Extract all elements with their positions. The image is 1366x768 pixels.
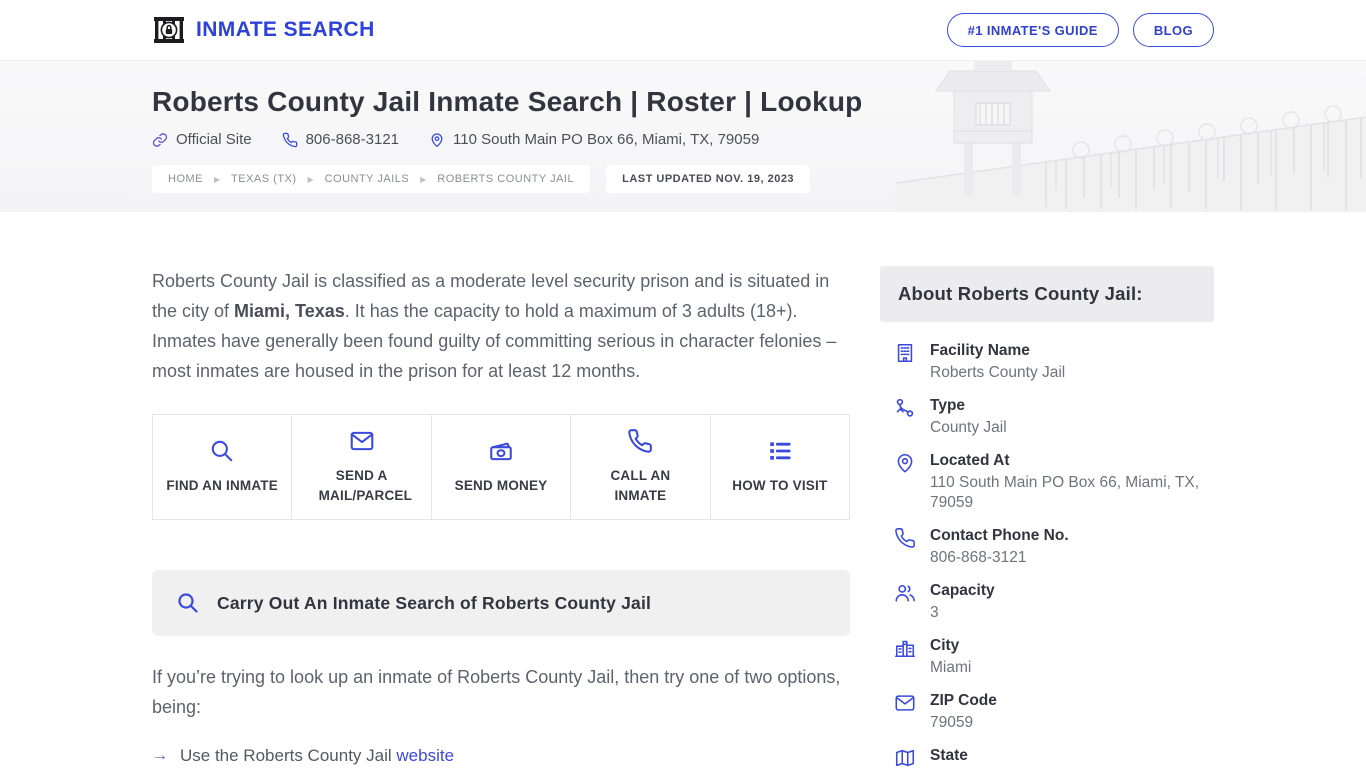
- breadcrumb-row: HOME ▸ TEXAS (TX) ▸ COUNTY JAILS ▸ ROBER…: [152, 165, 1214, 193]
- facility-name-item: Facility Name Roberts County Jail: [894, 341, 1210, 383]
- official-site-label: Official Site: [176, 131, 252, 148]
- capacity-item: Capacity 3: [894, 581, 1210, 623]
- located-at-item: Located At 110 South Main PO Box 66, Mia…: [894, 451, 1210, 513]
- inmate-search-heading[interactable]: Carry Out An Inmate Search of Roberts Co…: [152, 570, 850, 636]
- content-area: Roberts County Jail is classified as a m…: [152, 212, 1214, 768]
- chevron-right-icon: ▸: [420, 172, 427, 186]
- map-icon: [894, 746, 916, 768]
- last-updated-badge: LAST UPDATED NOV. 19, 2023: [606, 165, 811, 193]
- phone-icon: [894, 526, 916, 568]
- find-an-inmate-button[interactable]: FIND AN INMATE: [152, 414, 293, 520]
- money-icon: [490, 442, 512, 461]
- link-icon: [152, 132, 168, 147]
- type-item: Type County Jail: [894, 396, 1210, 438]
- brand-name: INMATE SEARCH: [196, 18, 375, 41]
- options-intro: If you’re trying to look up an inmate of…: [152, 667, 841, 717]
- blog-button[interactable]: BLOG: [1132, 13, 1214, 47]
- breadcrumb-state[interactable]: TEXAS (TX): [231, 173, 297, 185]
- top-nav: #1 INMATE'S GUIDE BLOG: [946, 13, 1214, 47]
- jail-bars-lock-icon: [152, 15, 186, 45]
- zip-code-item: ZIP Code 79059: [894, 691, 1210, 733]
- breadcrumb-home[interactable]: HOME: [168, 173, 203, 185]
- official-site-link[interactable]: Official Site: [152, 131, 252, 148]
- map-pin-icon: [431, 132, 443, 147]
- breadcrumb-county-jails[interactable]: COUNTY JAILS: [325, 173, 410, 185]
- jail-website-link[interactable]: website: [396, 746, 454, 765]
- breadcrumb-current: ROBERTS COUNTY JAIL: [437, 173, 575, 185]
- branch-icon: [894, 396, 916, 438]
- options-list: → Use the Roberts County Jail website → …: [152, 746, 850, 768]
- chevron-right-icon: ▸: [214, 172, 221, 186]
- city-icon: [894, 636, 916, 678]
- call-an-inmate-button[interactable]: CALL AN INMATE: [570, 414, 711, 520]
- chevron-right-icon: ▸: [307, 172, 314, 186]
- about-sidebar: About Roberts County Jail: Facility Name…: [880, 266, 1214, 768]
- phone-contact[interactable]: 806-868-3121: [282, 131, 399, 148]
- address-contact: 110 South Main PO Box 66, Miami, TX, 790…: [429, 131, 759, 148]
- how-to-visit-button[interactable]: HOW TO VISIT: [709, 414, 851, 520]
- inmates-guide-button[interactable]: #1 INMATE'S GUIDE: [946, 13, 1119, 47]
- phone-icon: [628, 429, 653, 454]
- facility-building-icon: [894, 341, 916, 383]
- breadcrumb: HOME ▸ TEXAS (TX) ▸ COUNTY JAILS ▸ ROBER…: [152, 165, 591, 193]
- envelope-icon: [894, 691, 916, 733]
- map-pin-icon: [894, 451, 916, 513]
- address-text: 110 South Main PO Box 66, Miami, TX, 790…: [453, 131, 760, 148]
- sidebar-header: About Roberts County Jail:: [880, 266, 1214, 322]
- list-item: → Use the Roberts County Jail website: [152, 746, 455, 765]
- contact-row: Official Site 806-868-3121 110 South Mai…: [152, 131, 1214, 148]
- page-hero: Roberts County Jail Inmate Search | Rost…: [0, 61, 1366, 212]
- people-icon: [894, 581, 916, 623]
- city-state-bold: Miami, Texas: [234, 301, 345, 321]
- search-icon: [178, 593, 198, 613]
- contact-phone-item: Contact Phone No. 806-868-3121: [894, 526, 1210, 568]
- state-item: State Texas (TX): [894, 746, 1210, 768]
- send-money-button[interactable]: SEND MONEY: [430, 414, 572, 520]
- checklist-icon: [770, 442, 791, 460]
- city-item: City Miami: [894, 636, 1210, 678]
- arrow-right-icon: →: [152, 747, 168, 764]
- mail-icon: [350, 432, 373, 451]
- intro-paragraph: Roberts County Jail is classified as a m…: [152, 271, 837, 381]
- action-buttons: FIND AN INMATE SEND A MAIL/PARCEL SEND M…: [152, 414, 851, 520]
- top-bar: INMATE SEARCH #1 INMATE'S GUIDE BLOG: [0, 0, 1366, 61]
- search-icon: [211, 440, 233, 462]
- main-column: Roberts County Jail is classified as a m…: [152, 266, 851, 768]
- page-title: Roberts County Jail Inmate Search | Rost…: [152, 86, 863, 117]
- phone-icon: [282, 132, 297, 147]
- phone-number: 806-868-3121: [305, 131, 400, 148]
- sidebar-title: About Roberts County Jail:: [898, 283, 1143, 304]
- send-mail-parcel-button[interactable]: SEND A MAIL/PARCEL: [291, 414, 432, 520]
- brand-logo[interactable]: INMATE SEARCH: [152, 15, 375, 45]
